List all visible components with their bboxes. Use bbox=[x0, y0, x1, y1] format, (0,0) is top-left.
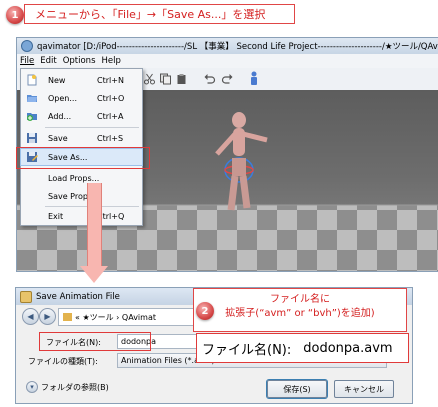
menu-item-open[interactable]: Open... Ctrl+O bbox=[21, 90, 142, 106]
open-folder-icon bbox=[27, 95, 37, 102]
copy-icon[interactable] bbox=[159, 73, 172, 85]
save-button[interactable]: 保存(S) bbox=[266, 379, 328, 399]
menu-item-save-props[interactable]: Save Props... bbox=[21, 188, 142, 204]
add-file-icon bbox=[27, 113, 37, 121]
menu-item-shortcut: Ctrl+S bbox=[97, 133, 124, 143]
address-bar[interactable]: « ★ツール › QAvimat bbox=[58, 308, 212, 326]
zoomed-filename-label: ファイル名(N): bbox=[202, 342, 292, 358]
step-2-line-2: 拡張子(“avm” or “bvh”)を追加) bbox=[225, 308, 375, 319]
forward-button[interactable]: ▶ bbox=[39, 308, 56, 325]
step-1-callout: メニューから、「File」→「Save As...」を選択 bbox=[24, 4, 295, 24]
browse-folders-link[interactable]: フォルダの参照(B) bbox=[41, 382, 109, 393]
app-icon bbox=[21, 40, 33, 52]
dialog-title: Save Animation File bbox=[36, 291, 120, 302]
menu-item-exit[interactable]: Exit Ctrl+Q bbox=[21, 208, 142, 224]
save-icon bbox=[27, 133, 37, 143]
filename-highlight bbox=[39, 332, 151, 351]
menu-item-label: Exit bbox=[48, 211, 64, 221]
window-title: qavimator [D:/iPod----------------------… bbox=[37, 42, 438, 52]
folder-icon bbox=[63, 313, 72, 321]
menu-separator bbox=[45, 127, 139, 128]
menu-item-label: Add... bbox=[48, 111, 72, 121]
down-arrow-shaft bbox=[87, 183, 102, 268]
menu-item-save[interactable]: Save Ctrl+S bbox=[21, 130, 142, 146]
menu-help[interactable]: Help bbox=[99, 56, 124, 66]
menu-item-shortcut: Ctrl+A bbox=[97, 111, 124, 121]
redo-icon[interactable] bbox=[221, 73, 234, 85]
menu-edit[interactable]: Edit bbox=[37, 56, 59, 66]
menu-item-add[interactable]: Add... Ctrl+A bbox=[21, 108, 142, 124]
step-2-badge: 2 bbox=[196, 302, 214, 320]
window-titlebar: qavimator [D:/iPod----------------------… bbox=[17, 38, 438, 54]
avatar-figure bbox=[215, 112, 268, 211]
filetype-label: ファイルの種類(T): bbox=[28, 357, 98, 366]
menu-item-load-props[interactable]: Load Props... bbox=[21, 170, 142, 186]
menu-item-label: New bbox=[48, 75, 66, 85]
back-button[interactable]: ◀ bbox=[22, 308, 39, 325]
chevron-down-icon[interactable]: ▾ bbox=[26, 381, 38, 393]
zoomed-filename-value: dodonpa.avm bbox=[303, 340, 393, 356]
menu-item-label: Save bbox=[48, 133, 68, 143]
menu-item-label: Load Props... bbox=[48, 173, 100, 183]
zoomed-filename: ファイル名(N): dodonpa.avm bbox=[196, 333, 409, 363]
address-path: « ★ツール › QAvimat bbox=[75, 312, 156, 322]
figure-icon[interactable] bbox=[248, 71, 260, 86]
menu-file[interactable]: File bbox=[17, 56, 37, 66]
undo-icon[interactable] bbox=[203, 73, 216, 85]
down-arrow-icon bbox=[80, 266, 108, 283]
menu-item-label: Open... bbox=[48, 93, 77, 103]
menu-item-shortcut: Ctrl+O bbox=[97, 93, 125, 103]
step-2-line-1: ファイル名に bbox=[270, 294, 330, 305]
step-2-callout: ファイル名に 拡張子(“avm” or “bvh”)を追加) bbox=[193, 288, 407, 332]
cut-icon[interactable] bbox=[143, 73, 156, 85]
menu-options[interactable]: Options bbox=[60, 56, 99, 66]
paste-icon[interactable] bbox=[175, 73, 188, 85]
dialog-app-icon bbox=[20, 290, 32, 303]
save-as-highlight bbox=[16, 147, 150, 169]
cancel-button[interactable]: キャンセル bbox=[334, 380, 394, 398]
new-file-icon bbox=[27, 74, 37, 86]
menubar: File Edit Options Help bbox=[17, 54, 438, 68]
menu-item-shortcut: Ctrl+N bbox=[97, 75, 124, 85]
step-1-badge: 1 bbox=[6, 6, 24, 24]
menu-item-new[interactable]: New Ctrl+N bbox=[21, 72, 142, 88]
